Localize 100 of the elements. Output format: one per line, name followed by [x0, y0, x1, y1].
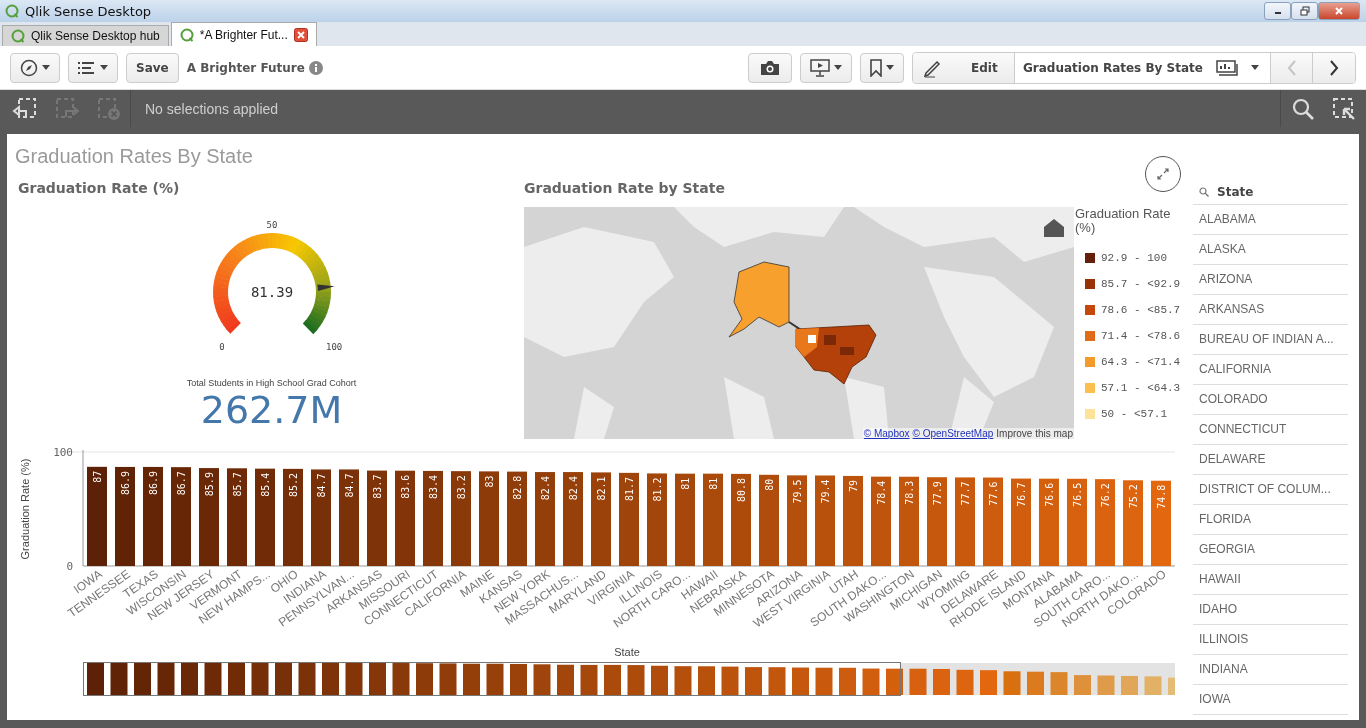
- app-title: A Brighter Future: [186, 60, 305, 75]
- bar-value-label: 83.2: [456, 475, 467, 500]
- bar[interactable]: [759, 474, 779, 566]
- bar[interactable]: [647, 473, 667, 566]
- caret-icon: [100, 65, 108, 70]
- bar[interactable]: [143, 466, 163, 566]
- info-icon[interactable]: [308, 60, 323, 75]
- filter-list-item[interactable]: ALASKA: [1193, 235, 1348, 265]
- filter-list-item[interactable]: COLORADO: [1193, 385, 1348, 415]
- search-icon: [1290, 96, 1315, 121]
- bar-value-label: 85.7: [232, 472, 243, 497]
- bar-value-label: 82.1: [596, 476, 607, 501]
- bar-value-label: 81.2: [652, 477, 663, 502]
- expand-icon: [1157, 168, 1169, 180]
- filter-list-item[interactable]: ALABAMA: [1193, 205, 1348, 235]
- filter-list-item[interactable]: IDAHO: [1193, 595, 1348, 625]
- x-axis-title: State: [614, 646, 640, 658]
- bar[interactable]: [199, 468, 219, 566]
- window-title: Qlik Sense Desktop: [25, 3, 152, 19]
- bar[interactable]: [423, 470, 443, 566]
- bar[interactable]: [283, 468, 303, 566]
- bar-value-label: 83.4: [428, 474, 439, 499]
- bar-value-label: 86.9: [148, 470, 159, 496]
- gauge-tick-label: 0: [218, 342, 225, 352]
- browser-tab[interactable]: Qlik Sense Desktop hub: [2, 25, 169, 46]
- edit-button[interactable]: Edit: [913, 52, 1015, 83]
- next-sheet-button[interactable]: [1313, 52, 1355, 83]
- bar-value-label: 79.5: [792, 479, 803, 504]
- filter-list-item[interactable]: DISTRICT OF COLUM...: [1193, 475, 1348, 505]
- close-button[interactable]: [1318, 2, 1360, 20]
- search-icon: [1199, 187, 1209, 197]
- filter-list-item[interactable]: ILLINOIS: [1193, 625, 1348, 655]
- sheets-icon: [1215, 59, 1238, 76]
- improve-map-link[interactable]: Improve this map: [996, 428, 1073, 439]
- bar[interactable]: [255, 468, 275, 566]
- bar-value-label: 84.7: [344, 473, 355, 498]
- caret-icon: [886, 65, 894, 70]
- bookmark-icon: [870, 58, 882, 77]
- menu-button[interactable]: [68, 52, 118, 83]
- legend-title: Graduation Rate (%): [1075, 207, 1172, 235]
- bar[interactable]: [87, 466, 107, 566]
- filter-list-item[interactable]: CONNECTICUT: [1193, 415, 1348, 445]
- bar-value-label: 86.9: [120, 470, 131, 496]
- filter-list-item[interactable]: ARIZONA: [1193, 265, 1348, 295]
- bar[interactable]: [395, 470, 415, 566]
- present-button[interactable]: [800, 52, 852, 83]
- filter-list-item[interactable]: ARKANSAS: [1193, 295, 1348, 325]
- kpi-label: Total Students in High School Grad Cohort: [186, 378, 357, 388]
- navigation-button[interactable]: [10, 52, 60, 83]
- bar[interactable]: [339, 469, 359, 566]
- bookmark-button[interactable]: [860, 52, 904, 83]
- tab-label: *A Brighter Fut...: [199, 27, 288, 42]
- clear-selections-icon: [96, 96, 122, 121]
- save-button[interactable]: Save: [126, 52, 179, 83]
- bar[interactable]: [619, 472, 639, 566]
- bar[interactable]: [311, 469, 331, 566]
- filter-list-item[interactable]: IOWA: [1193, 685, 1348, 715]
- filter-list-item[interactable]: HAWAII: [1193, 565, 1348, 595]
- gauge-value: 81.39: [250, 284, 293, 300]
- bar-value-label: 79.4: [820, 479, 831, 504]
- bar-value-label: 79: [848, 479, 859, 492]
- bar[interactable]: [507, 471, 527, 566]
- y-axis-title: Graduation Rate (%): [19, 458, 31, 560]
- close-icon[interactable]: [293, 27, 308, 42]
- filter-list-item[interactable]: FLORIDA: [1193, 505, 1348, 535]
- y-tick-label: 0: [66, 560, 73, 573]
- minimize-button[interactable]: [1264, 2, 1291, 20]
- bar-value-label: 85.2: [288, 472, 299, 497]
- restore-button[interactable]: [1291, 2, 1318, 20]
- bar-value-label: 75.2: [1128, 484, 1139, 509]
- bar[interactable]: [115, 466, 135, 566]
- filter-list-item[interactable]: GEORGIA: [1193, 535, 1348, 565]
- bar[interactable]: [171, 467, 191, 566]
- legend-label: 85.7 - <92.9: [1101, 278, 1181, 290]
- filter-list-item[interactable]: BUREAU OF INDIAN A...: [1193, 325, 1348, 355]
- bar-value-label: 77.6: [988, 481, 999, 506]
- legend-label: 78.6 - <85.7: [1101, 304, 1181, 316]
- browser-tab[interactable]: *A Brighter Fut...: [170, 22, 317, 46]
- bar[interactable]: [227, 468, 247, 566]
- bar[interactable]: [367, 470, 387, 566]
- snapshot-button[interactable]: [748, 52, 792, 83]
- bar[interactable]: [451, 471, 471, 566]
- bar[interactable]: [591, 472, 611, 566]
- bar[interactable]: [731, 473, 751, 566]
- bar-value-label: 87: [92, 470, 103, 483]
- attribution-link[interactable]: © OpenStreetMap: [912, 428, 994, 439]
- bar-value-label: 86.7: [176, 471, 187, 496]
- chart-scrollbar-drawing[interactable]: [83, 662, 1175, 696]
- bar-value-label: 80.8: [736, 477, 747, 502]
- attribution-link[interactable]: © Mapbox: [863, 428, 910, 439]
- legend-label: 92.9 - 100: [1101, 252, 1167, 264]
- gauge-tick-label: 100: [325, 342, 342, 352]
- chevron-right-icon: [1329, 59, 1339, 76]
- filter-list-item[interactable]: DELAWARE: [1193, 445, 1348, 475]
- bar-value-label: 77.9: [932, 481, 943, 506]
- bar-value-label: 81: [708, 477, 719, 490]
- filter-list-item[interactable]: INDIANA: [1193, 655, 1348, 685]
- fullscreen-button[interactable]: [1145, 156, 1181, 192]
- filter-list-item[interactable]: CALIFORNIA: [1193, 355, 1348, 385]
- legend-label: 50 - <57.1: [1101, 408, 1167, 420]
